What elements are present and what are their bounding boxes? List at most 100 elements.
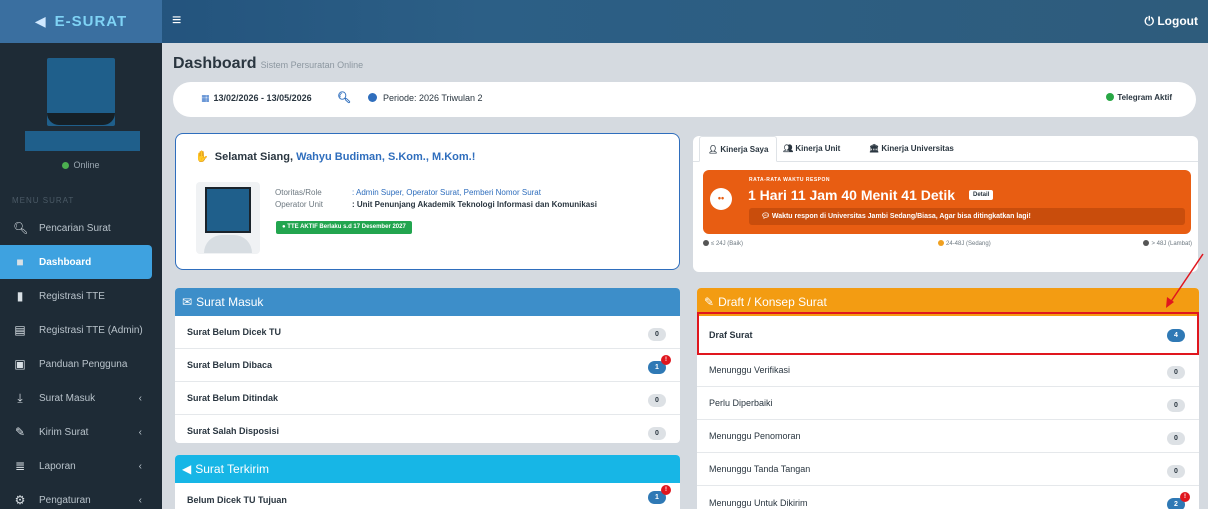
panel-title: Surat Terkirim xyxy=(195,462,270,476)
user-info: Otoritas/Role : Admin Super, Operator Sur… xyxy=(275,187,597,211)
legend-text: ≤ 24J (Baik) xyxy=(711,241,743,247)
download-icon: ⤓ xyxy=(17,390,23,405)
tte-text: TTE AKTIF Berlaku s.d 17 Desember 2027 xyxy=(287,224,406,230)
response-note: 💬︎ Waktu respon di Universitas Jambi Sed… xyxy=(749,208,1185,225)
online-dot-icon xyxy=(62,162,70,170)
list-item[interactable]: Menunggu Untuk Dikirim 2! xyxy=(697,486,1199,509)
list-item[interactable]: Surat Belum Ditindak 0 xyxy=(175,382,680,415)
count-value: 1 xyxy=(655,494,659,501)
sidebar-item-pencarian-surat[interactable]: 🔍︎ Pencarian Surat xyxy=(0,211,162,245)
sidebar-item-label: Pencarian Surat xyxy=(39,222,111,234)
list-item[interactable]: Surat Salah Disposisi 0 xyxy=(175,415,680,443)
response-value: 1 Hari 11 Jam 40 Menit 41 Detik xyxy=(748,187,955,203)
list-item-label: Surat Belum Dicek TU xyxy=(187,327,282,337)
list-item[interactable]: Surat Belum Dibaca 1! xyxy=(175,349,680,382)
sidebar-menu: 🔍︎ Pencarian Surat ■ Dashboard ▮ Registrasi… xyxy=(0,211,162,509)
brand-logo[interactable]: ◀ E-SURAT xyxy=(0,0,162,43)
draft-header: ✎ Draft / Konsep Surat xyxy=(697,288,1199,316)
list-item[interactable]: Menunggu Penomoran 0 xyxy=(697,420,1199,453)
count-badge: 0 xyxy=(1167,465,1185,478)
calendar-icon: ▦ xyxy=(201,93,210,103)
logout-button[interactable]: ⏻ Logout xyxy=(1145,14,1199,29)
search-icon[interactable]: 🔍︎ xyxy=(337,91,351,104)
sidebar-item-kirim-surat[interactable]: ✎ Kirim Surat ‹ xyxy=(0,415,162,449)
search-icon: 🔍︎ xyxy=(13,221,29,235)
surat-masuk-header: ✉ Surat Masuk xyxy=(175,288,680,316)
date-range-text: 13/02/2026 - 13/05/2026 xyxy=(213,93,312,103)
chevron-left-icon: ‹ xyxy=(138,494,142,506)
menu-toggle-icon[interactable]: ≡ xyxy=(172,12,181,30)
user-photo xyxy=(196,182,260,254)
sidebar-item-label: Registrasi TTE xyxy=(39,290,105,302)
paper-plane-icon: ◀ xyxy=(34,13,47,29)
count-badge: 4 xyxy=(1167,329,1185,342)
list-item-label: Surat Salah Disposisi xyxy=(187,426,280,436)
sidebar-item-registrasi-tte[interactable]: ▮ Registrasi TTE xyxy=(0,279,162,313)
date-range-picker[interactable]: ▦ 13/02/2026 - 13/05/2026 xyxy=(201,93,312,104)
sidebar-item-panduan-pengguna[interactable]: ▣ Panduan Pengguna xyxy=(0,347,162,381)
list-item-label: Menunggu Verifikasi xyxy=(709,365,791,375)
photo-screen xyxy=(205,187,251,233)
list-item[interactable]: Menunggu Tanda Tangan 0 xyxy=(697,453,1199,486)
tab-kinerja-universitas[interactable]: 🏛︎ Kinerja Universitas xyxy=(869,144,954,153)
user-name-block xyxy=(25,131,140,151)
database-icon: ≣ xyxy=(14,459,26,473)
tte-status-badge: ● TTE AKTIF Berlaku s.d 17 Desember 2027 xyxy=(276,221,412,234)
sidebar-item-dashboard[interactable]: ■ Dashboard xyxy=(0,245,152,279)
chevron-left-icon: ‹ xyxy=(138,460,142,472)
edit-icon: ✎ xyxy=(14,425,26,439)
response-label: RATA-RATA WAKTU RESPON xyxy=(749,177,830,183)
response-time-box: •• RATA-RATA WAKTU RESPON 1 Hari 11 Jam … xyxy=(703,170,1191,234)
role-value: : Admin Super, Operator Surat, Pemberi N… xyxy=(352,188,541,197)
count-badge: 1! xyxy=(648,485,671,504)
page-title: Dashboard Sistem Persuratan Online xyxy=(173,55,363,73)
list-item-label: Draf Surat xyxy=(709,329,753,340)
tab-label: Kinerja Universitas xyxy=(881,144,954,153)
tab-kinerja-saya[interactable]: 👤︎ Kinerja Saya xyxy=(699,136,778,162)
list-item[interactable]: Draf Surat 4 xyxy=(697,316,1199,354)
menu-header: MENU SURAT xyxy=(12,196,75,205)
sidebar-item-label: Kirim Surat xyxy=(39,426,89,438)
role-label: Otoritas/Role xyxy=(275,188,322,197)
list-item[interactable]: Menunggu Verifikasi 0 xyxy=(697,354,1199,387)
legend-dot xyxy=(938,240,944,246)
wave-hand-icon: ✋ xyxy=(195,151,209,163)
list-item[interactable]: Belum Dicek TU Tujuan 1! xyxy=(175,483,680,509)
greeting: ✋ Selamat Siang, Wahyu Budiman, S.Kom., … xyxy=(195,150,475,163)
online-label: Online xyxy=(73,160,100,170)
legend-dot xyxy=(703,240,709,246)
count-badge: 2! xyxy=(1167,492,1190,509)
sidebar-item-registrasi-tte-admin[interactable]: ▤ Registrasi TTE (Admin) xyxy=(0,313,162,347)
kinerja-card: 👤︎ Kinerja Saya 👥︎ Kinerja Unit 🏛︎ Kiner… xyxy=(693,136,1198,272)
edit-icon: ✎ xyxy=(704,295,715,309)
count-badge: 0 xyxy=(1167,399,1185,412)
face-icon: •• xyxy=(710,188,732,210)
legend-baik: ≤ 24J (Baik) xyxy=(703,240,743,247)
count-value: 1 xyxy=(655,364,659,371)
id-card-icon: ▤ xyxy=(14,323,26,337)
count-badge: 1! xyxy=(648,355,671,374)
sidebar-item-label: Surat Masuk xyxy=(39,392,96,404)
university-icon: 🏛︎ xyxy=(869,144,882,153)
filter-bar: ▦ 13/02/2026 - 13/05/2026 🔍︎ Periode: 202… xyxy=(173,82,1196,117)
sidebar-item-label: Dashboard xyxy=(39,256,92,268)
draft-panel: ✎ Draft / Konsep Surat Draf Surat 4 Menung… xyxy=(697,288,1199,509)
count-badge: 0 xyxy=(1167,432,1185,445)
detail-button[interactable]: Detail xyxy=(969,190,994,200)
welcome-card: ✋ Selamat Siang, Wahyu Budiman, S.Kom., … xyxy=(175,133,680,270)
list-item[interactable]: Perlu Diperbaiki 0 xyxy=(697,387,1199,420)
sidebar-item-pengaturan[interactable]: ⚙ Pengaturan ‹ xyxy=(0,483,162,509)
online-status: Online xyxy=(0,160,162,170)
alert-dot-icon: ! xyxy=(661,355,671,365)
photo-shirt xyxy=(204,235,252,253)
user-name: Wahyu Budiman, S.Kom., M.Kom.! xyxy=(296,151,476,163)
sidebar-item-laporan[interactable]: ≣ Laporan ‹ xyxy=(0,449,162,483)
sidebar: Online MENU SURAT 🔍︎ Pencarian Surat ■ Das… xyxy=(0,43,162,509)
tab-kinerja-unit[interactable]: 👥︎ Kinerja Unit xyxy=(783,144,840,153)
list-item[interactable]: Surat Belum Dicek TU 0 xyxy=(175,316,680,349)
list-item-label: Perlu Diperbaiki xyxy=(709,398,773,408)
sidebar-item-surat-masuk[interactable]: ⤓ Surat Masuk ‹ xyxy=(0,381,162,415)
avatar-base xyxy=(47,113,115,125)
tab-label: Kinerja Unit xyxy=(795,144,841,153)
user-icon: 👤︎ xyxy=(708,145,721,154)
